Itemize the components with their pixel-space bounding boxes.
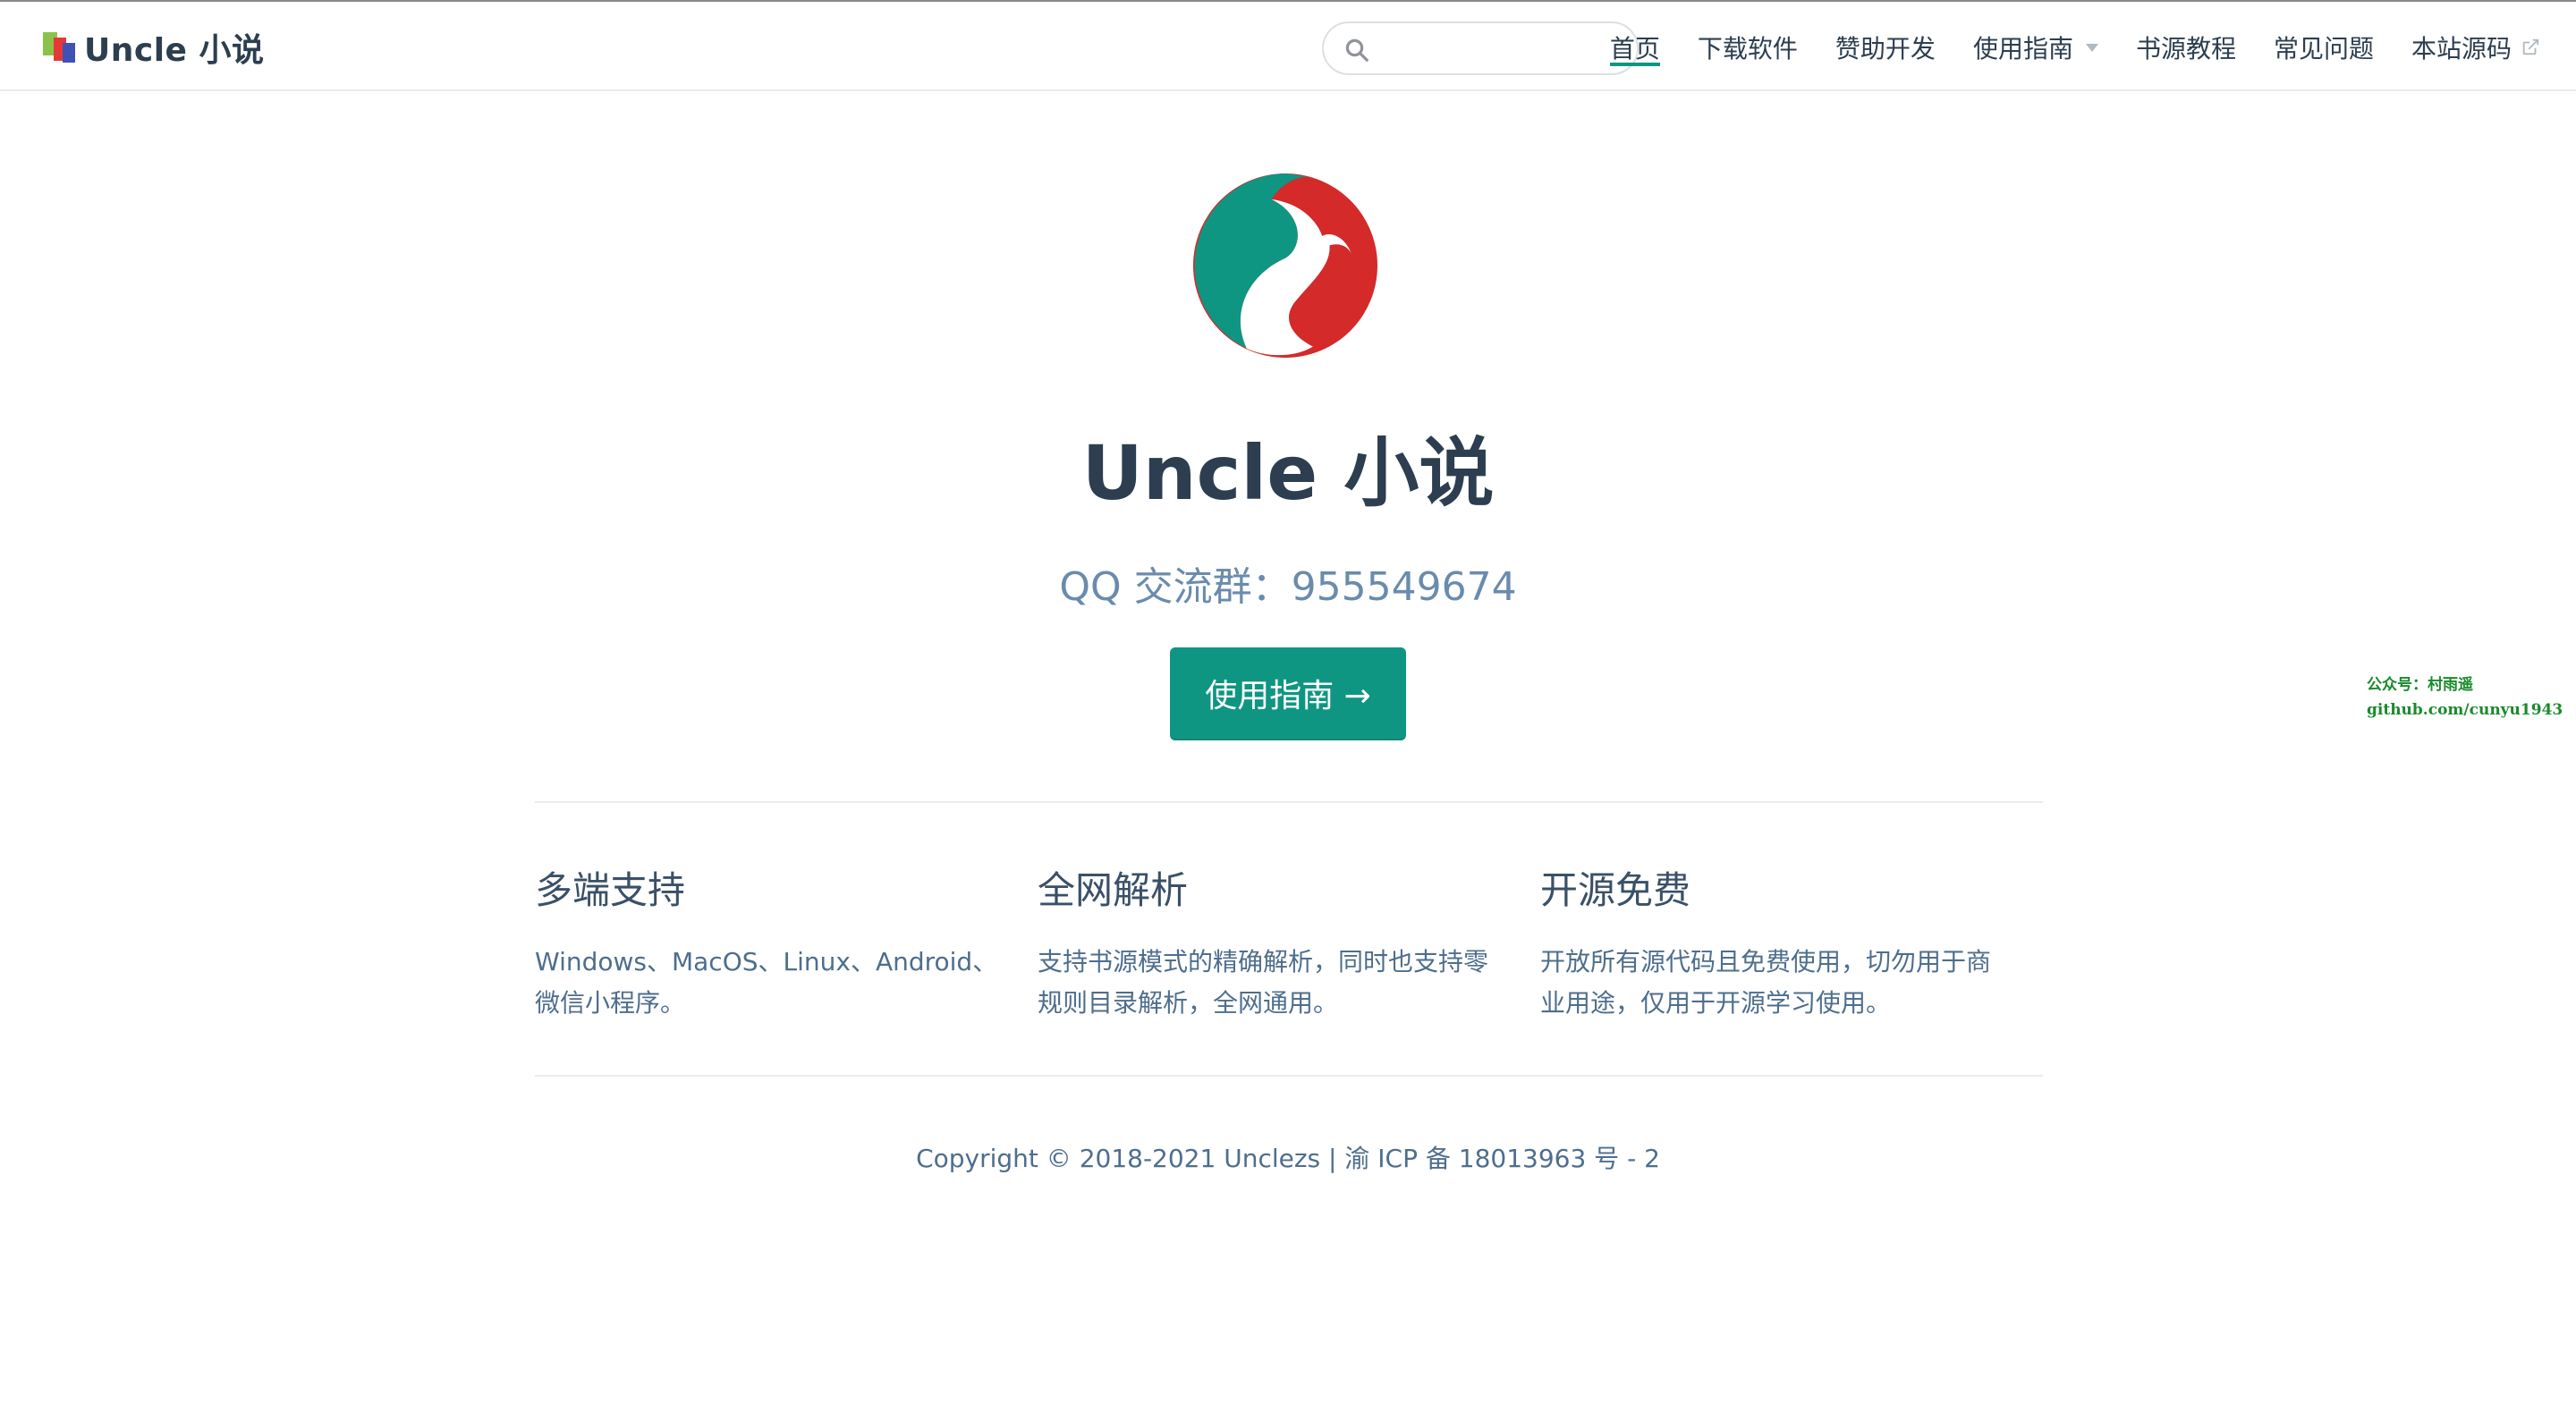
nav-source-code[interactable]: 本站源码 (2411, 2, 2540, 93)
feature-title: 开源免费 (1540, 868, 1691, 912)
feature-title: 多端支持 (535, 868, 686, 912)
divider (535, 1075, 2043, 1077)
divider (535, 801, 2043, 803)
chevron-down-icon (2085, 43, 2098, 52)
nav-sponsor[interactable]: 赞助开发 (1835, 2, 1936, 93)
nav-home[interactable]: 首页 (1609, 2, 1660, 93)
feature-details: Windows、MacOS、Linux、Android、微信小程序。 (535, 947, 998, 1018)
site-title: Uncle 小说 (84, 32, 265, 69)
nav-download[interactable]: 下载软件 (1698, 2, 1798, 93)
hero-description: QQ 交流群：955549674 (1059, 564, 1517, 610)
footer-copyright: Copyright © 2018-2021 Unclezs | 渝 ICP 备 … (916, 1144, 1660, 1173)
watermark: 公众号：村雨遥 github.com/cunyu1943 (2367, 676, 2563, 719)
site-brand[interactable]: Uncle 小说 (43, 29, 265, 69)
features: 多端支持 Windows、MacOS、Linux、Android、微信小程序。 … (535, 860, 2043, 1024)
hero-logo (1193, 173, 1377, 358)
hero-title: Uncle 小说 (1081, 429, 1495, 517)
nav-book-source-tutorial[interactable]: 书源教程 (2136, 2, 2236, 93)
feature-details: 开放所有源代码且免费使用，切勿用于商业用途，仅用于开源学习使用。 (1540, 947, 1992, 1018)
feature-title: 全网解析 (1038, 868, 1189, 912)
nav-guide-dropdown[interactable]: 使用指南 (1973, 2, 2098, 93)
guide-button[interactable]: 使用指南 → (1170, 647, 1406, 740)
feature-open-source-free: 开源免费 开放所有源代码且免费使用，切勿用于商业用途，仅用于开源学习使用。 (1540, 860, 2043, 1024)
navbar: Uncle 小说 首页 下载软件 赞助开发 使用指南 书源教程 常见问题 本站源… (0, 0, 2576, 91)
search-icon (1345, 38, 1368, 62)
nav-links: 首页 下载软件 赞助开发 使用指南 书源教程 常见问题 本站源码 (1572, 2, 2540, 93)
feature-multi-platform: 多端支持 Windows、MacOS、Linux、Android、微信小程序。 (535, 860, 1038, 1024)
nav-faq[interactable]: 常见问题 (2274, 2, 2374, 93)
external-link-icon (2522, 38, 2539, 55)
feature-full-web-parsing: 全网解析 支持书源模式的精确解析，同时也支持零规则目录解析，全网通用。 (1038, 860, 1540, 1024)
feature-details: 支持书源模式的精确解析，同时也支持零规则目录解析，全网通用。 (1038, 947, 1489, 1018)
books-logo-icon (43, 32, 77, 63)
